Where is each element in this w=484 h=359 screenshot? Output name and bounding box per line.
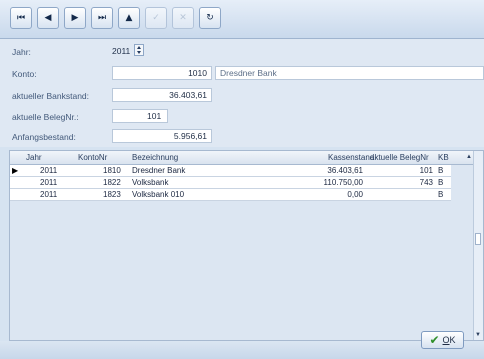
- insert-record-button[interactable]: ▲: [118, 7, 140, 29]
- navigator-toolbar: ⏮ ◀ ▶ ⏭ ▲ ✓ ✕ ↻: [0, 0, 484, 39]
- konto-name-field: Dresdner Bank: [215, 66, 484, 80]
- first-record-button[interactable]: ⏮: [10, 7, 32, 29]
- refresh-button[interactable]: ↻: [199, 7, 221, 29]
- grid-scroll-down-icon[interactable]: ▼: [475, 332, 481, 338]
- insert-record-icon: ▲: [125, 13, 133, 23]
- jahr-value[interactable]: 2011: [112, 46, 130, 56]
- previous-record-icon: ◀: [44, 13, 52, 23]
- cell-belegnr[interactable]: 101: [420, 166, 433, 175]
- konto-field[interactable]: 1010: [112, 66, 212, 80]
- post-edit-button[interactable]: ✓: [145, 7, 167, 29]
- column-header-bezeichnung[interactable]: Bezeichnung: [132, 153, 178, 162]
- cell-kontonr[interactable]: 1823: [103, 190, 121, 199]
- cell-belegnr[interactable]: 743: [420, 178, 433, 187]
- grid-scroll-up-icon[interactable]: ▲: [466, 154, 472, 160]
- anfangsbestand-field[interactable]: 5.956,61: [112, 129, 212, 143]
- ok-button-label: OK: [442, 335, 456, 345]
- cell-bezeichnung[interactable]: Dresdner Bank: [132, 166, 185, 175]
- bankstand-label: aktueller Bankstand:: [12, 91, 90, 101]
- belegnr-field[interactable]: 101: [112, 109, 168, 123]
- cell-bezeichnung[interactable]: Volksbank 010: [132, 190, 184, 199]
- table-row[interactable]: ▶ 2011 1810 Dresdner Bank 36.403,61 101 …: [10, 165, 451, 177]
- cell-jahr[interactable]: 2011: [40, 166, 57, 175]
- column-header-belegnr[interactable]: aktuelle BelegNr: [370, 153, 429, 162]
- ok-button[interactable]: ✔ OK: [421, 331, 464, 349]
- table-row[interactable]: 2011 1822 Volksbank 110.750,00 743 B: [10, 177, 451, 189]
- cell-kb[interactable]: B: [438, 190, 443, 199]
- cell-kassenstand[interactable]: 110.750,00: [324, 178, 363, 187]
- dialog-footer: [0, 341, 484, 359]
- first-record-icon: ⏮: [16, 13, 26, 23]
- checkmark-icon: ✔: [429, 333, 440, 347]
- cell-kontonr[interactable]: 1822: [103, 178, 121, 187]
- table-row[interactable]: 2011 1823 Volksbank 010 0,00 B: [10, 189, 451, 201]
- scrollbar-thumb[interactable]: [475, 233, 481, 245]
- bankstand-field: 36.403,61: [112, 88, 212, 102]
- last-record-icon: ⏭: [97, 13, 107, 23]
- accounts-grid[interactable]: Jahr KontoNr Bezeichnung Kassenstand akt…: [9, 150, 484, 341]
- spin-down-icon[interactable]: [137, 51, 141, 54]
- grid-vertical-scrollbar[interactable]: ▼: [473, 151, 483, 340]
- current-row-indicator-icon: ▶: [12, 166, 19, 175]
- cell-kb[interactable]: B: [438, 178, 443, 187]
- anfangsbestand-label: Anfangsbestand:: [12, 132, 76, 142]
- refresh-icon: ↻: [206, 13, 214, 23]
- spin-up-icon[interactable]: [137, 46, 141, 49]
- cell-kassenstand[interactable]: 0,00: [347, 190, 363, 199]
- last-record-button[interactable]: ⏭: [91, 7, 113, 29]
- column-header-jahr[interactable]: Jahr: [26, 153, 42, 162]
- column-header-kb[interactable]: KB: [438, 153, 449, 162]
- cancel-edit-button[interactable]: ✕: [172, 7, 194, 29]
- konto-label: Konto:: [12, 69, 37, 79]
- post-edit-icon: ✓: [152, 13, 160, 23]
- column-header-kontonr[interactable]: KontoNr: [78, 153, 107, 162]
- cell-kassenstand[interactable]: 36.403,61: [327, 166, 363, 175]
- cell-bezeichnung[interactable]: Volksbank: [132, 178, 168, 187]
- grid-header: Jahr KontoNr Bezeichnung Kassenstand akt…: [10, 151, 476, 165]
- cell-jahr[interactable]: 2011: [40, 190, 57, 199]
- cell-kb[interactable]: B: [438, 166, 443, 175]
- column-header-kassenstand[interactable]: Kassenstand: [328, 153, 374, 162]
- previous-record-button[interactable]: ◀: [37, 7, 59, 29]
- jahr-spinner[interactable]: [134, 44, 144, 56]
- belegnr-label: aktuelle BelegNr.:: [12, 112, 79, 122]
- next-record-icon: ▶: [71, 13, 79, 23]
- next-record-button[interactable]: ▶: [64, 7, 86, 29]
- cell-jahr[interactable]: 2011: [40, 178, 57, 187]
- cell-kontonr[interactable]: 1810: [103, 166, 121, 175]
- cancel-edit-icon: ✕: [179, 13, 187, 23]
- jahr-label: Jahr:: [12, 47, 31, 57]
